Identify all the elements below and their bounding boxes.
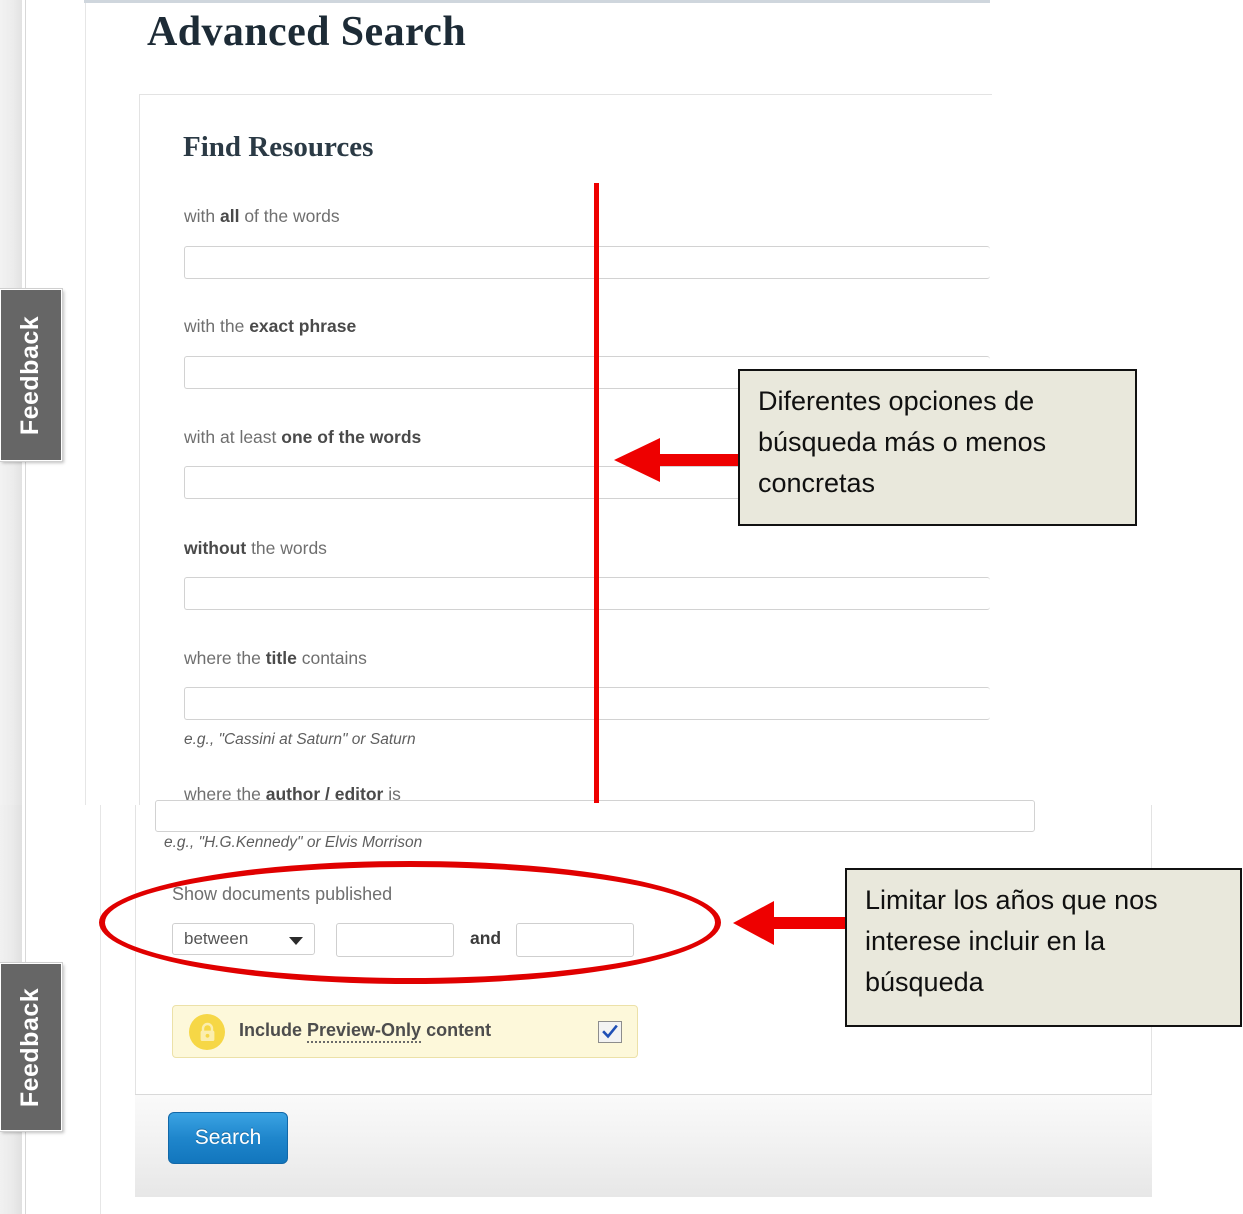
annotation-arrow-search-options (614, 438, 746, 482)
preview-only-bar: Include Preview-Only content (172, 1005, 638, 1058)
hint-title-contains: e.g., "Cassini at Saturn" or Saturn (184, 731, 416, 748)
callout-search-options: Diferentes opciones de búsqueda más o me… (738, 369, 1137, 526)
feedback-tab-bottom[interactable]: Feedback (0, 962, 63, 1132)
input-title-contains[interactable] (184, 687, 990, 720)
feedback-tab-label: Feedback (16, 987, 45, 1107)
label-without-words: without the words (184, 538, 327, 558)
label-one-of-words: with at least one of the words (184, 427, 422, 447)
lock-icon (189, 1014, 225, 1050)
input-all-words[interactable] (184, 246, 990, 279)
callout-year-limit: Limitar los años que nos interese inclui… (845, 868, 1242, 1027)
preview-only-link[interactable]: Preview-Only (307, 1020, 422, 1043)
hint-author-editor: e.g., "H.G.Kennedy" or Elvis Morrison (164, 834, 423, 851)
annotation-ellipse-date-range (99, 861, 721, 984)
page-title: Advanced Search (147, 9, 467, 55)
search-button[interactable]: Search (168, 1112, 288, 1164)
feedback-tab-label: Feedback (16, 315, 45, 435)
feedback-tab-top[interactable]: Feedback (0, 288, 63, 462)
preview-only-label: Include Preview-Only content (239, 1020, 491, 1043)
label-all-words: with all of the words (184, 206, 340, 226)
label-exact-phrase: with the exact phrase (184, 316, 357, 336)
input-without-words[interactable] (184, 577, 990, 610)
panel-title: Find Resources (183, 131, 374, 163)
annotation-arrow-year-limit (733, 901, 851, 945)
label-title-contains: where the title contains (184, 648, 367, 668)
input-author-editor[interactable] (155, 800, 1035, 832)
preview-only-checkbox[interactable] (598, 1021, 622, 1043)
annotation-vertical-line (594, 183, 599, 803)
form-footer: Search (135, 1094, 1152, 1197)
